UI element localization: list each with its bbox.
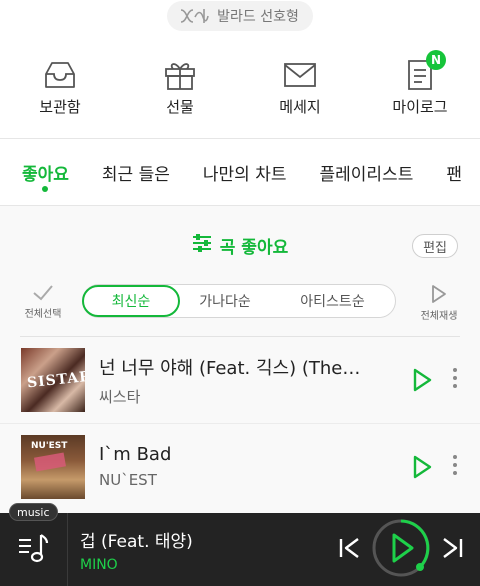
document-icon: N [406,50,446,92]
likes-content: 곡 좋아요 편집 전체선택 최신순 가나다순 아티스트순 전체재생 SISTAR [0,206,480,513]
more-options-icon[interactable] [452,455,458,479]
play-icon[interactable] [412,368,432,396]
tab-bar: 좋아요 최근 들은 나만의 차트 플레이리스트 팬 [0,139,480,206]
song-artist: 씨스타 [99,387,141,406]
top-bar: 발라드 선호형 [0,0,480,36]
album-art: SISTAR [21,348,85,412]
preference-pill[interactable]: 발라드 선호형 [167,1,313,31]
select-all-label: 전체선택 [24,309,62,320]
now-playing-title: 겁 (Feat. 태양) [80,531,193,552]
dna-icon [179,7,209,25]
quick-item-label: 보관함 [39,98,81,116]
tab-label: 좋아요 [22,165,69,185]
player-controls [336,517,466,583]
quick-item-label: 선물 [166,98,194,116]
album-art-text: NU'EST [31,440,68,451]
tab-recent[interactable]: 최근 들은 [102,139,170,185]
quick-item-message[interactable]: 메세지 [240,36,360,138]
song-title: I`m Bad [99,444,172,465]
now-playing-artist: MINO [80,556,118,573]
next-icon[interactable] [440,535,466,565]
sort-bar: 전체선택 최신순 가나다순 아티스트순 전체재생 [0,284,480,336]
now-playing[interactable]: 겁 (Feat. 태양) MINO [80,527,336,573]
sort-option-alphabetical[interactable]: 가나다순 [180,291,270,311]
edit-button[interactable]: 편집 [412,234,458,258]
mail-icon [283,58,317,92]
play-pause-button[interactable] [370,517,432,583]
sort-segmented-control: 최신순 가나다순 아티스트순 [82,284,396,318]
tab-fan[interactable]: 팬 [446,139,462,185]
playlist-music-icon [17,531,51,569]
song-info: 넌 너무 야해 (Feat. 긱스) (The… 씨스타 [99,354,389,407]
tab-label: 팬 [446,165,462,185]
tab-label: 플레이리스트 [319,165,414,185]
quick-menu: 보관함 선물 메세지 N 마이로그 [0,36,480,139]
mini-player: music 겁 (Feat. 태양) MINO [0,503,480,586]
likes-title-label: 곡 좋아요 [219,237,289,258]
album-art-text: SISTAR [26,368,85,392]
song-row[interactable]: SISTAR 넌 너무 야해 (Feat. 긱스) (The… 씨스타 [0,337,480,423]
music-tag: music [9,503,58,521]
song-info: I`m Bad NU`EST [99,444,389,489]
quick-item-label: 메세지 [279,98,321,116]
quick-item-storage[interactable]: 보관함 [0,36,120,138]
inbox-icon [43,58,77,92]
quick-item-label: 마이로그 [392,98,448,116]
select-all-button[interactable]: 전체선택 [18,284,68,320]
previous-icon[interactable] [336,535,362,565]
tab-label: 최근 들은 [101,165,170,185]
active-tab-dot [42,186,49,192]
quick-item-gift[interactable]: 선물 [120,36,240,138]
likes-title: 곡 좋아요 [192,233,288,258]
quick-item-mylog[interactable]: N 마이로그 [360,36,480,138]
play-all-label: 전체재생 [420,311,458,322]
song-row[interactable]: NU'EST I`m Bad NU`EST [0,423,480,509]
tab-playlist[interactable]: 플레이리스트 [320,139,414,185]
song-artist: NU`EST [99,471,157,489]
new-badge: N [426,50,446,70]
gift-icon [163,58,197,92]
album-art: NU'EST [21,434,85,499]
album-art-stamp [34,452,66,471]
more-options-icon[interactable] [452,368,458,392]
tab-label: 나만의 차트 [202,165,287,185]
song-title: 넌 너무 야해 (Feat. 긱스) (The… [99,357,361,379]
play-all-button[interactable]: 전체재생 [416,284,462,322]
playlist-button[interactable] [0,513,68,586]
sort-option-latest[interactable]: 최신순 [82,285,180,317]
tab-likes[interactable]: 좋아요 [22,139,69,192]
play-icon[interactable] [412,455,432,483]
check-icon [18,284,68,302]
likes-header: 곡 좋아요 편집 [0,206,480,284]
sort-option-artist[interactable]: 아티스트순 [270,291,395,311]
play-outline-icon [416,284,462,304]
tab-my-chart[interactable]: 나만의 차트 [203,139,287,185]
filter-sliders-icon [192,233,212,257]
preference-label: 발라드 선호형 [217,9,299,25]
